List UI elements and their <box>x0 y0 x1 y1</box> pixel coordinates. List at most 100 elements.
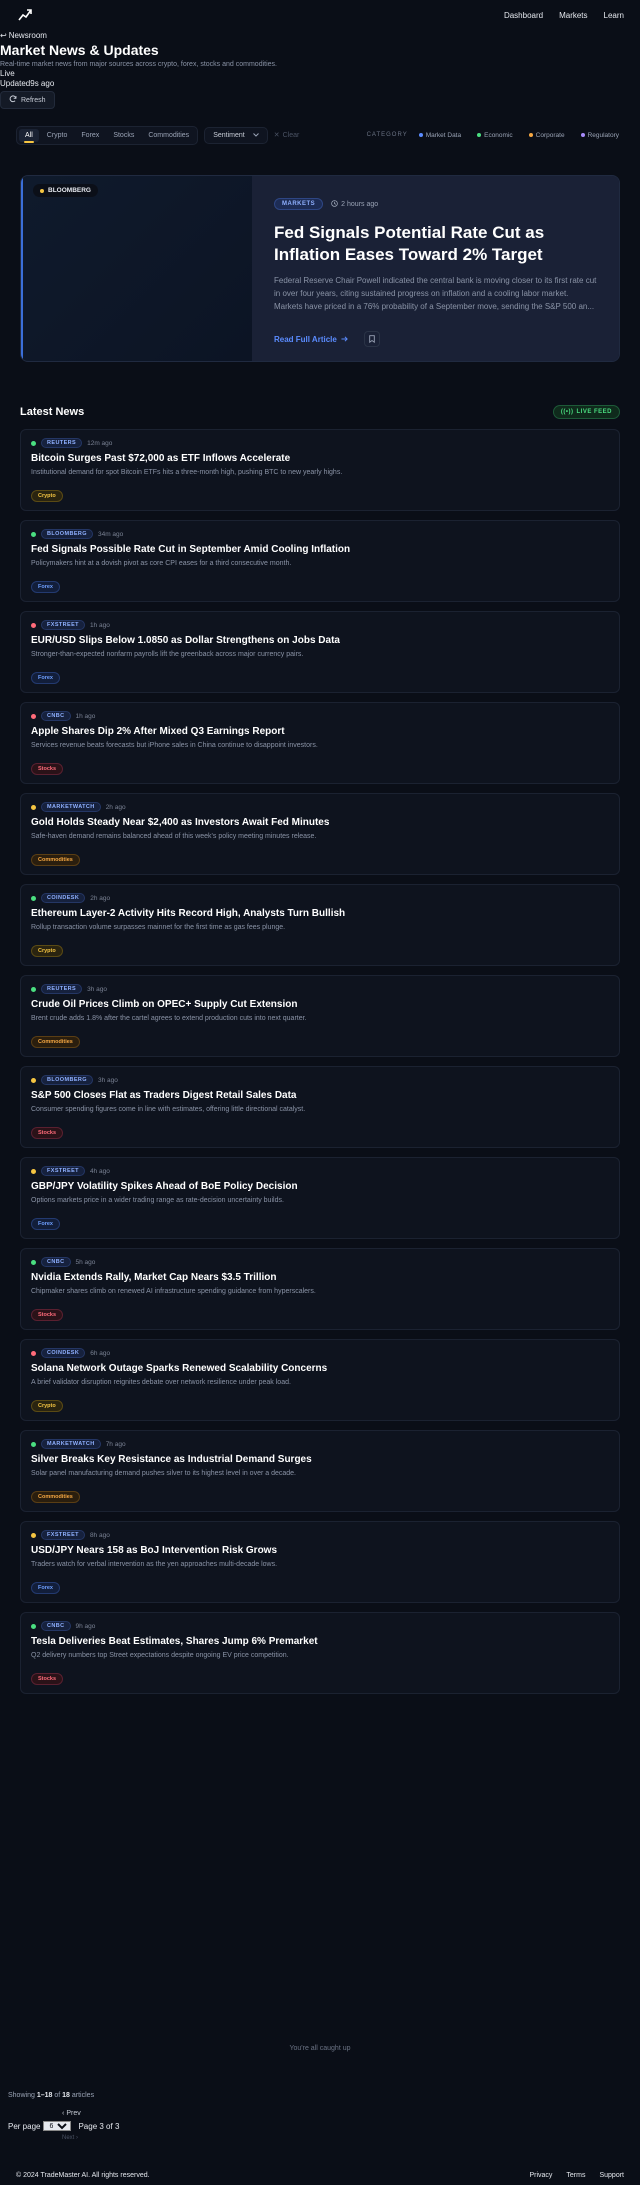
card-time: 7h ago <box>105 1440 126 1448</box>
card-asset-tag[interactable]: Crypto <box>31 490 63 502</box>
card-meta: REUTERS 3h ago <box>31 983 609 995</box>
card-title: Nvidia Extends Rally, Market Cap Nears $… <box>31 1272 277 1283</box>
prev-page-button[interactable]: ‹ Prev <box>62 2110 81 2117</box>
card-summary: Options markets price in a wider trading… <box>31 1197 284 1204</box>
footer-link-support[interactable]: Support <box>599 2172 624 2179</box>
card-time: 1h ago <box>75 712 96 720</box>
featured-summary: Federal Reserve Chair Powell indicated t… <box>274 276 597 311</box>
news-card[interactable]: REUTERS 12m ago Bitcoin Surges Past $72,00… <box>20 429 620 511</box>
tab-forex[interactable]: Forex <box>75 129 105 142</box>
card-time: 2h ago <box>105 803 126 811</box>
tab-commodities[interactable]: Commodities <box>142 129 195 142</box>
breadcrumb[interactable]: ↩ Newsroom <box>0 31 640 40</box>
nav-link-dashboard[interactable]: Dashboard <box>504 11 543 20</box>
card-asset-tag[interactable]: Stocks <box>31 1673 64 1685</box>
filter-bar: All Crypto Forex Stocks Commodities Sent… <box>16 125 624 145</box>
logo-trend-icon[interactable] <box>16 6 34 24</box>
pagination-summary: Showing 1–18 of 18 articles <box>8 2092 94 2099</box>
category-filter: CATEGORY Market Data Economic Corporate … <box>367 130 624 141</box>
card-time: 1h ago <box>89 621 110 629</box>
card-title: EUR/USD Slips Below 1.0850 as Dollar Str… <box>31 635 340 646</box>
refresh-button[interactable]: Refresh <box>0 91 55 109</box>
page-indicator: Page 3 of 3 <box>78 2121 120 2131</box>
per-page-label: Per page <box>8 2121 41 2131</box>
news-card[interactable]: FXSTREET 8h ago USD/JPY Nears 158 as BoJ I… <box>20 1521 620 1603</box>
card-asset-tag[interactable]: Crypto <box>31 945 63 957</box>
category-market-data[interactable]: Market Data <box>414 130 466 141</box>
card-asset-tag[interactable]: Forex <box>31 1218 60 1230</box>
news-card[interactable]: REUTERS 3h ago Crude Oil Prices Climb on O… <box>20 975 620 1057</box>
category-dot-icon <box>477 133 482 137</box>
category-regulatory[interactable]: Regulatory <box>576 130 624 141</box>
news-card[interactable]: FXSTREET 4h ago GBP/JPY Volatility Spikes … <box>20 1157 620 1239</box>
card-title: Apple Shares Dip 2% After Mixed Q3 Earni… <box>31 726 285 737</box>
chevron-right-icon: › <box>76 2135 79 2141</box>
page-header: ↩ Newsroom Market News & Updates Real-ti… <box>0 31 640 109</box>
news-card[interactable]: CNBC 5h ago Nvidia Extends Rally, Market C… <box>20 1248 620 1330</box>
card-asset-tag[interactable]: Forex <box>31 1582 60 1594</box>
tab-crypto[interactable]: Crypto <box>41 129 74 142</box>
category-corporate[interactable]: Corporate <box>524 130 570 141</box>
top-nav: Dashboard Markets Learn <box>0 0 640 30</box>
card-asset-tag[interactable]: Stocks <box>31 763 64 775</box>
card-title: GBP/JPY Volatility Spikes Ahead of BoE P… <box>31 1181 298 1192</box>
asset-tabs: All Crypto Forex Stocks Commodities <box>16 125 199 145</box>
sentiment-dot-icon <box>31 531 36 537</box>
news-card[interactable]: COINDESK 2h ago Ethereum Layer-2 Activity … <box>20 884 620 966</box>
arrow-left-icon: ↩ <box>0 31 7 40</box>
sentiment-dropdown[interactable]: Sentiment <box>204 126 268 144</box>
bookmark-button[interactable] <box>363 331 380 347</box>
news-card[interactable]: MARKETWATCH 7h ago Silver Breaks Key Resis… <box>20 1430 620 1512</box>
card-source-badge: REUTERS <box>41 438 83 448</box>
card-asset-tag[interactable]: Forex <box>31 672 60 684</box>
category-chip-label: Regulatory <box>587 131 619 139</box>
news-card[interactable]: COINDESK 6h ago Solana Network Outage Spar… <box>20 1339 620 1421</box>
card-source-badge: BLOOMBERG <box>41 529 93 539</box>
footer-link-terms[interactable]: Terms <box>566 2172 585 2179</box>
news-card[interactable]: FXSTREET 1h ago EUR/USD Slips Below 1.0850… <box>20 611 620 693</box>
latest-news-title: Latest News <box>20 406 85 418</box>
clear-filters-button[interactable]: ✕ Clear <box>274 131 300 140</box>
read-link-label: Read Full Article <box>274 334 337 344</box>
tab-all[interactable]: All <box>19 128 39 143</box>
card-summary: Safe-haven demand remains balanced ahead… <box>31 833 317 840</box>
news-card[interactable]: BLOOMBERG 34m ago Fed Signals Possible Rat… <box>20 520 620 602</box>
card-summary: Stronger-than-expected nonfarm payrolls … <box>31 651 304 658</box>
nav-link-markets[interactable]: Markets <box>559 11 587 20</box>
filter-left: All Crypto Forex Stocks Commodities Sent… <box>16 125 300 145</box>
sentiment-dot-icon <box>31 713 36 719</box>
per-page-select[interactable]: 6 <box>43 2121 72 2131</box>
news-card[interactable]: CNBC 1h ago Apple Shares Dip 2% After Mixe… <box>20 702 620 784</box>
read-full-article-link[interactable]: Read Full Article <box>274 335 348 344</box>
card-source-badge: FXSTREET <box>41 1166 85 1176</box>
card-title: Solana Network Outage Sparks Renewed Sca… <box>31 1363 328 1374</box>
card-asset-tag[interactable]: Crypto <box>31 1400 63 1412</box>
news-card[interactable]: CNBC 9h ago Tesla Deliveries Beat Estimate… <box>20 1612 620 1694</box>
card-time: 3h ago <box>97 1076 118 1084</box>
card-title: Crude Oil Prices Climb on OPEC+ Supply C… <box>31 999 298 1010</box>
featured-source-label: BLOOMBERG <box>48 187 91 194</box>
card-summary: Traders watch for verbal intervention as… <box>31 1561 278 1568</box>
footer-link-privacy[interactable]: Privacy <box>529 2172 552 2179</box>
news-card[interactable]: BLOOMBERG 3h ago S&P 500 Closes Flat as Tr… <box>20 1066 620 1148</box>
card-asset-tag[interactable]: Stocks <box>31 1309 64 1321</box>
nav-link-learn[interactable]: Learn <box>604 11 624 20</box>
featured-article[interactable]: BLOOMBERG MARKETS 2 hours ago Fed Signal… <box>20 175 620 362</box>
prev-label: Prev <box>66 2110 81 2117</box>
news-card[interactable]: MARKETWATCH 2h ago Gold Holds Steady Near … <box>20 793 620 875</box>
next-page-button[interactable]: Next › <box>62 2135 78 2141</box>
featured-time: 2 hours ago <box>331 199 378 209</box>
card-asset-tag[interactable]: Stocks <box>31 1127 64 1139</box>
category-economic[interactable]: Economic <box>472 130 518 141</box>
clear-label: Clear <box>282 131 300 139</box>
sentiment-dot-icon <box>31 1441 36 1447</box>
card-source-badge: MARKETWATCH <box>41 1439 101 1449</box>
tab-stocks[interactable]: Stocks <box>107 129 140 142</box>
card-asset-tag[interactable]: Commodities <box>31 854 80 866</box>
card-source-badge: COINDESK <box>41 893 86 903</box>
sentiment-dot-icon <box>31 895 36 901</box>
card-meta: REUTERS 12m ago <box>31 437 609 449</box>
card-asset-tag[interactable]: Forex <box>31 581 60 593</box>
card-asset-tag[interactable]: Commodities <box>31 1491 80 1503</box>
card-asset-tag[interactable]: Commodities <box>31 1036 80 1048</box>
